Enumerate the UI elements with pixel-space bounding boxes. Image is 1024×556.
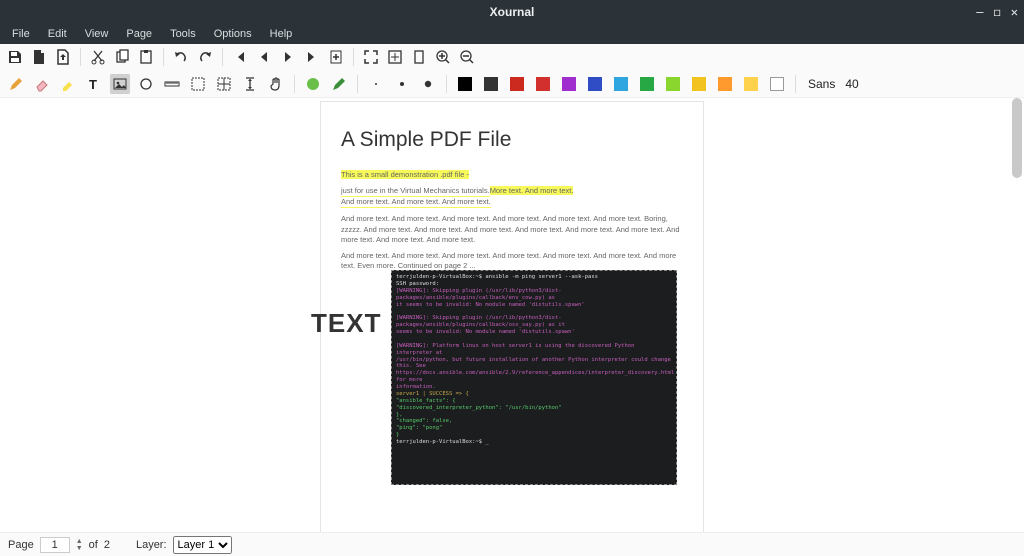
zoom-in-button[interactable] bbox=[434, 48, 452, 66]
pen-tool[interactable] bbox=[6, 74, 26, 94]
titlebar: Xournal — ◻ ✕ bbox=[0, 0, 1024, 24]
inserted-image[interactable]: terrjulden-p-VirtualBox:~$ ansible -m pi… bbox=[391, 270, 677, 485]
text-tool[interactable]: T bbox=[84, 74, 104, 94]
eraser-tool[interactable] bbox=[32, 74, 52, 94]
layer-select[interactable]: Layer 1 bbox=[173, 536, 232, 554]
canvas-area[interactable]: A Simple PDF File This is a small demons… bbox=[0, 98, 1024, 532]
doc-paragraph-3: And more text. And more text. And more t… bbox=[341, 214, 683, 244]
window-controls: — ◻ ✕ bbox=[976, 5, 1018, 19]
next-page-button[interactable] bbox=[279, 48, 297, 66]
cut-button[interactable] bbox=[89, 48, 107, 66]
minimize-button[interactable]: — bbox=[976, 5, 983, 19]
page-label: Page bbox=[8, 539, 34, 551]
page-of-label: of bbox=[89, 539, 98, 551]
fullscreen-button[interactable] bbox=[362, 48, 380, 66]
vertical-scrollbar[interactable] bbox=[1012, 98, 1022, 532]
color-cyan[interactable] bbox=[611, 74, 631, 94]
thin-stroke[interactable] bbox=[366, 74, 386, 94]
highlighter-tool[interactable] bbox=[58, 74, 78, 94]
font-display[interactable]: Sans 40 bbox=[808, 77, 859, 91]
hand-tool[interactable] bbox=[266, 74, 286, 94]
layer-label: Layer: bbox=[136, 539, 167, 551]
color-gold[interactable] bbox=[741, 74, 761, 94]
menu-help[interactable]: Help bbox=[262, 26, 301, 42]
scrollbar-thumb[interactable] bbox=[1012, 98, 1022, 178]
menu-file[interactable]: File bbox=[4, 26, 38, 42]
undo-button[interactable] bbox=[172, 48, 190, 66]
shape-recognizer-tool[interactable] bbox=[136, 74, 156, 94]
doc-paragraph-4: And more text. And more text. And more t… bbox=[341, 251, 683, 271]
page-number-input[interactable]: 1 bbox=[40, 537, 70, 553]
page-total: 2 bbox=[104, 539, 110, 551]
maximize-button[interactable]: ◻ bbox=[994, 5, 1001, 19]
font-family: Sans bbox=[808, 77, 835, 91]
tools-toolbar: T Sans 40 bbox=[0, 70, 1024, 98]
menu-tools[interactable]: Tools bbox=[162, 26, 204, 42]
window-title: Xournal bbox=[490, 5, 535, 19]
color-purple[interactable] bbox=[559, 74, 579, 94]
menu-view[interactable]: View bbox=[77, 26, 117, 42]
color-orange[interactable] bbox=[715, 74, 735, 94]
new-button[interactable] bbox=[30, 48, 48, 66]
color-gray[interactable] bbox=[481, 74, 501, 94]
shape-tool[interactable] bbox=[303, 74, 323, 94]
menu-edit[interactable]: Edit bbox=[40, 26, 75, 42]
menubar: File Edit View Page Tools Options Help bbox=[0, 24, 1024, 44]
annotation-text[interactable]: TEXT bbox=[311, 308, 381, 339]
doc-title: A Simple PDF File bbox=[341, 128, 683, 152]
color-lime[interactable] bbox=[663, 74, 683, 94]
statusbar: Page 1 ▲▼ of 2 Layer: Layer 1 bbox=[0, 532, 1024, 556]
color-red[interactable] bbox=[507, 74, 527, 94]
select-region-tool[interactable] bbox=[214, 74, 234, 94]
paste-button[interactable] bbox=[137, 48, 155, 66]
insert-page-button[interactable] bbox=[327, 48, 345, 66]
select-rect-tool[interactable] bbox=[188, 74, 208, 94]
page-spinner[interactable]: ▲▼ bbox=[76, 538, 83, 552]
copy-button[interactable] bbox=[113, 48, 131, 66]
zoom-out-button[interactable] bbox=[458, 48, 476, 66]
default-pen-button[interactable] bbox=[329, 74, 349, 94]
last-page-button[interactable] bbox=[303, 48, 321, 66]
close-button[interactable]: ✕ bbox=[1011, 5, 1018, 19]
file-toolbar bbox=[0, 44, 1024, 70]
color-blue[interactable] bbox=[585, 74, 605, 94]
redo-button[interactable] bbox=[196, 48, 214, 66]
open-button[interactable] bbox=[54, 48, 72, 66]
image-tool[interactable] bbox=[110, 74, 130, 94]
color-white[interactable] bbox=[767, 74, 787, 94]
zoom-width-button[interactable] bbox=[410, 48, 428, 66]
document-page: A Simple PDF File This is a small demons… bbox=[321, 102, 703, 532]
doc-paragraph-2: just for use in the Virtual Mechanics tu… bbox=[341, 186, 683, 208]
menu-options[interactable]: Options bbox=[206, 26, 260, 42]
vertical-space-tool[interactable] bbox=[240, 74, 260, 94]
font-size: 40 bbox=[845, 77, 858, 91]
color-green[interactable] bbox=[637, 74, 657, 94]
color-black[interactable] bbox=[455, 74, 475, 94]
color-yellow[interactable] bbox=[689, 74, 709, 94]
medium-stroke[interactable] bbox=[392, 74, 412, 94]
ruler-tool[interactable] bbox=[162, 74, 182, 94]
zoom-fit-button[interactable] bbox=[386, 48, 404, 66]
save-button[interactable] bbox=[6, 48, 24, 66]
prev-page-button[interactable] bbox=[255, 48, 273, 66]
doc-paragraph-1: This is a small demonstration .pdf file … bbox=[341, 170, 683, 180]
svg-text:T: T bbox=[89, 77, 97, 92]
thick-stroke[interactable] bbox=[418, 74, 438, 94]
color-red2[interactable] bbox=[533, 74, 553, 94]
first-page-button[interactable] bbox=[231, 48, 249, 66]
menu-page[interactable]: Page bbox=[118, 26, 160, 42]
